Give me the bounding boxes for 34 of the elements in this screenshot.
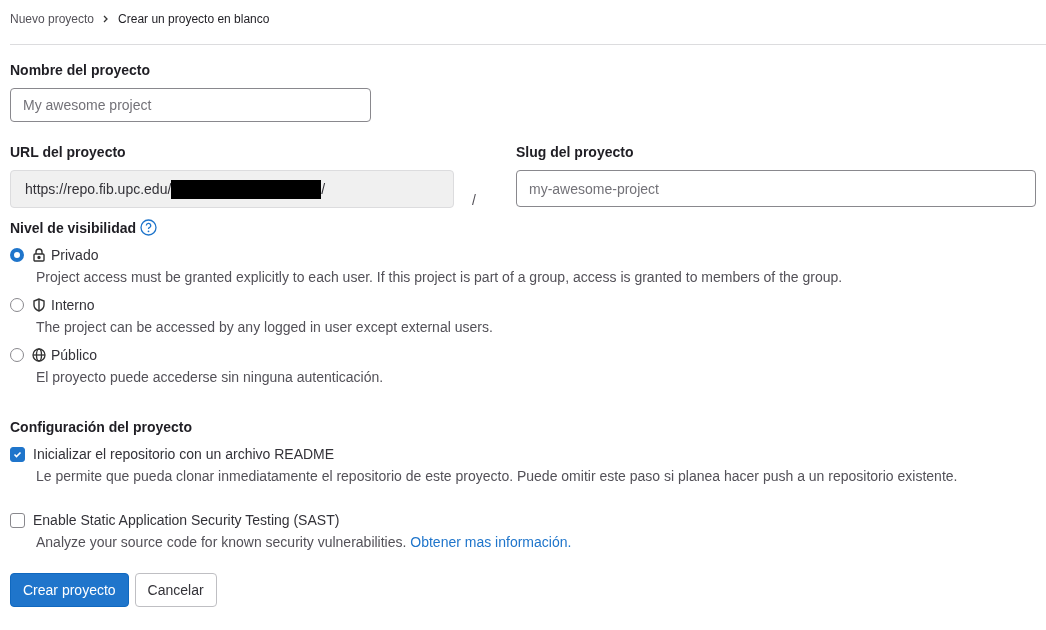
option-description: Le permite que pueda clonar inmediatamente el repositorio de este proyecto. Puede omitir este paso si planea hacer push a un repositorio existente. — [36, 467, 959, 485]
create-button[interactable]: Crear proyecto — [10, 573, 129, 607]
radio-button[interactable] — [10, 248, 24, 262]
lock-icon — [32, 248, 46, 262]
learn-more-link[interactable]: Obtener mas información. — [410, 534, 572, 550]
option-label[interactable]: Inicializar el repositorio con un archivo README — [33, 446, 335, 462]
shield-icon — [32, 298, 46, 312]
option-label[interactable]: Público — [51, 347, 97, 363]
project-slug-field[interactable]: my-awesome-project — [516, 170, 1036, 207]
option-description: Analyze your source code for known security vulnerabilities. Obtener mas información. — [36, 533, 573, 551]
option-label[interactable]: Enable Static Application Security Testing (SAST) — [33, 512, 340, 528]
field-label: Nombre del proyecto — [10, 62, 151, 78]
section-label: Nivel de visibilidad — [10, 219, 137, 236]
path-separator: / — [472, 192, 476, 208]
breadcrumb-link[interactable]: Crear un proyecto en blanco — [118, 12, 270, 26]
checkmark-icon — [13, 449, 22, 459]
field-label: URL del proyecto — [10, 144, 126, 160]
option-label[interactable]: Privado — [51, 247, 99, 263]
field-label: Slug del proyecto — [516, 144, 634, 160]
checkbox[interactable] — [10, 446, 25, 462]
option-description: The project can be accessed by any logged in user except external users. — [36, 318, 494, 336]
project-url-field: https://repo.fib.upc.edu/ / — [10, 170, 455, 208]
radio-button[interactable] — [10, 298, 24, 312]
globe-icon — [32, 348, 46, 362]
option-description: El proyecto puede accederse sin ninguna autenticación. — [36, 368, 385, 386]
help-icon[interactable] — [140, 219, 158, 236]
radio-button[interactable] — [10, 348, 24, 362]
option-description: Project access must be granted explicitly to each user. If this project is part of a group, access is granted to members of the group. — [36, 268, 844, 286]
cancel-button[interactable]: Cancelar — [134, 573, 217, 607]
breadcrumb-link[interactable]: Nuevo proyecto — [10, 12, 95, 26]
option-label[interactable]: Interno — [51, 297, 95, 313]
checkbox[interactable] — [10, 512, 25, 528]
section-label: Configuración del proyecto — [10, 419, 192, 435]
project-name-field[interactable]: My awesome project — [10, 88, 371, 122]
